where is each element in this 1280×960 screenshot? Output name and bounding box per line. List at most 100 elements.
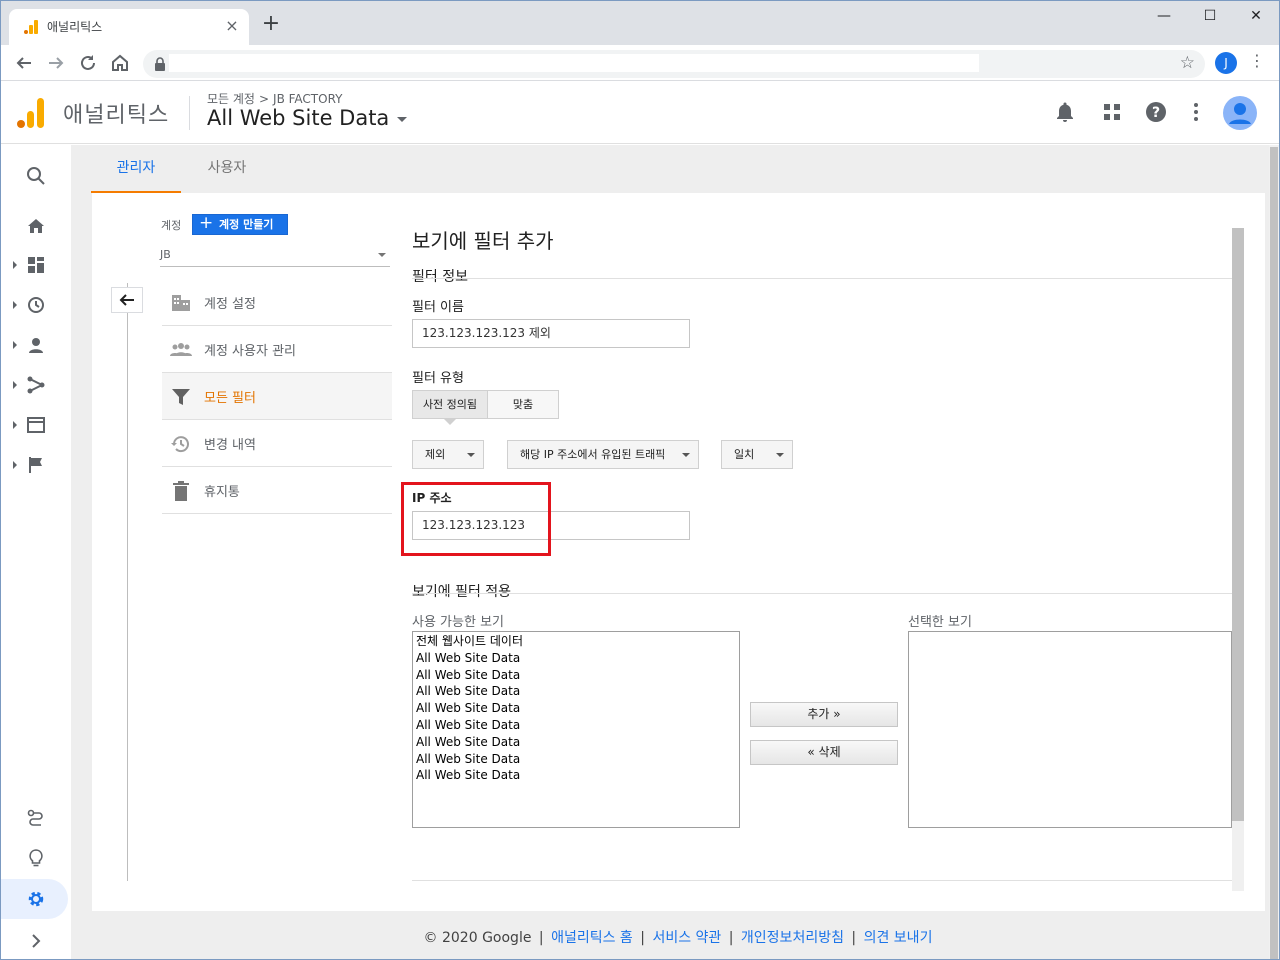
chevron-down-icon [682,453,690,457]
maximize-button[interactable]: ☐ [1187,1,1233,31]
menu-account-users[interactable]: 계정 사용자 관리 [162,326,392,373]
home-nav-icon[interactable] [23,213,49,239]
selected-views-list[interactable] [908,631,1232,828]
bookmark-star-icon[interactable]: ☆ [1180,53,1195,73]
list-item[interactable]: All Web Site Data [416,683,736,700]
remove-view-button[interactable]: « 삭제 [750,740,898,765]
filter-name-input[interactable]: 123.123.123.123 제외 [412,319,690,348]
url-field[interactable] [169,54,979,72]
minimize-button[interactable]: — [1141,1,1187,31]
back-arrow-icon[interactable] [11,50,37,76]
list-item[interactable]: All Web Site Data [416,700,736,717]
view-title: All Web Site Data [207,106,390,130]
search-icon[interactable] [23,163,49,189]
apps-grid-icon[interactable] [1100,100,1124,124]
breadcrumb-all-accounts[interactable]: 모든 계정 [207,92,255,106]
audience-person-icon[interactable] [23,332,49,358]
collapse-column-button[interactable] [111,287,143,313]
list-item[interactable]: All Web Site Data [416,650,736,667]
close-window-button[interactable]: ✕ [1233,1,1279,31]
filter-type-predefined-tab[interactable]: 사전 정의됨 [412,390,488,419]
exclude-dropdown[interactable]: 제외 [412,440,484,469]
tab-admin[interactable]: 관리자 [91,145,181,193]
traffic-source-dropdown[interactable]: 해당 IP 주소에서 유입된 트래픽 [507,440,699,469]
tab-title: 애널리틱스 [47,20,103,34]
expand-arrow-icon[interactable] [13,461,17,469]
reload-icon[interactable] [75,50,101,76]
realtime-clock-icon[interactable] [23,292,49,318]
home-icon[interactable] [107,50,133,76]
more-vertical-icon[interactable] [1184,100,1208,124]
list-item[interactable]: 전체 웹사이트 데이터 [416,633,736,650]
forward-arrow-icon[interactable] [43,50,69,76]
chevron-down-icon [776,453,784,457]
admin-gear-icon[interactable] [23,886,49,912]
history-icon [171,436,189,453]
expand-arrow-icon[interactable] [13,341,17,349]
available-views-list[interactable]: 전체 웹사이트 데이터 All Web Site Data All Web Si… [412,631,740,828]
help-icon[interactable]: ? [1144,100,1168,124]
section-divider [412,593,1232,594]
filter-type-custom-tab[interactable]: 맞춤 [487,390,559,419]
insights-lightbulb-icon[interactable] [23,845,49,871]
list-item[interactable]: All Web Site Data [416,751,736,768]
expand-arrow-icon[interactable] [13,381,17,389]
form-scrollbar-thumb[interactable] [1232,228,1244,821]
menu-trash[interactable]: 휴지통 [162,467,392,514]
create-account-label: 계정 만들기 [219,218,274,231]
page-scrollbar-thumb[interactable] [1270,147,1278,959]
tab-close-icon[interactable]: × [223,17,241,35]
add-view-button[interactable]: 추가 » [750,702,898,727]
match-dropdown-value: 일치 [734,448,755,461]
create-account-button[interactable]: + 계정 만들기 [192,214,288,235]
footer-link-analytics-home[interactable]: 애널리틱스 홈 [551,930,633,946]
footer-link-privacy[interactable]: 개인정보처리방침 [741,930,844,946]
expand-arrow-icon[interactable] [13,421,17,429]
chevron-down-icon [467,453,475,457]
notifications-bell-icon[interactable] [1053,100,1077,124]
view-selector[interactable]: All Web Site Data [207,106,408,130]
list-item[interactable]: All Web Site Data [416,767,736,784]
account-selector[interactable]: JB [160,245,390,267]
browser-window: 애널리틱스 × + — ☐ ✕ ☆ J ⋮ 애널리틱스 모든 계정 > JB FAC… [0,0,1280,960]
list-item[interactable]: All Web Site Data [416,734,736,751]
available-views-label: 사용 가능한 보기 [412,615,504,630]
breadcrumb-account[interactable]: JB FACTORY [273,92,342,106]
match-dropdown[interactable]: 일치 [721,440,793,469]
footer-link-feedback[interactable]: 의견 보내기 [864,930,933,946]
acquisition-icon[interactable] [23,372,49,398]
attribution-icon[interactable] [23,805,49,831]
tab-user[interactable]: 사용자 [187,145,267,193]
browser-tab[interactable]: 애널리틱스 × [9,9,249,45]
browser-toolbar: ☆ J ⋮ [1,45,1279,81]
analytics-logo-icon [17,98,44,128]
account-label: 계정 [161,219,182,232]
expand-arrow-icon[interactable] [13,261,17,269]
left-nav-rail [1,145,71,959]
menu-account-settings[interactable]: 계정 설정 [162,279,392,326]
breadcrumb[interactable]: 모든 계정 > JB FACTORY [207,90,343,107]
analytics-favicon-icon [24,20,38,34]
section-divider [412,278,1232,279]
list-item[interactable]: All Web Site Data [416,667,736,684]
browser-menu-icon[interactable]: ⋮ [1249,51,1265,70]
menu-change-history[interactable]: 변경 내역 [162,420,392,467]
svg-text:?: ? [1152,105,1160,121]
list-item[interactable]: All Web Site Data [416,717,736,734]
new-tab-button[interactable]: + [259,13,283,37]
footer-copyright: © 2020 Google [423,930,532,946]
footer-link-terms[interactable]: 서비스 약관 [652,930,721,946]
section-filter-info: 필터 정보 [412,269,468,285]
profile-avatar[interactable]: J [1215,52,1237,74]
conversions-flag-icon[interactable] [23,452,49,478]
back-arrow-icon [119,294,134,306]
address-bar[interactable]: ☆ [143,50,1205,78]
expand-arrow-icon[interactable] [13,301,17,309]
footer-separator: | [538,930,544,946]
behavior-window-icon[interactable] [23,412,49,438]
menu-all-filters[interactable]: 모든 필터 [162,373,392,420]
building-icon [172,295,190,311]
user-avatar-icon[interactable] [1223,96,1257,130]
traffic-source-dropdown-value: 해당 IP 주소에서 유입된 트래픽 [520,448,666,461]
customization-icon[interactable] [23,252,49,278]
